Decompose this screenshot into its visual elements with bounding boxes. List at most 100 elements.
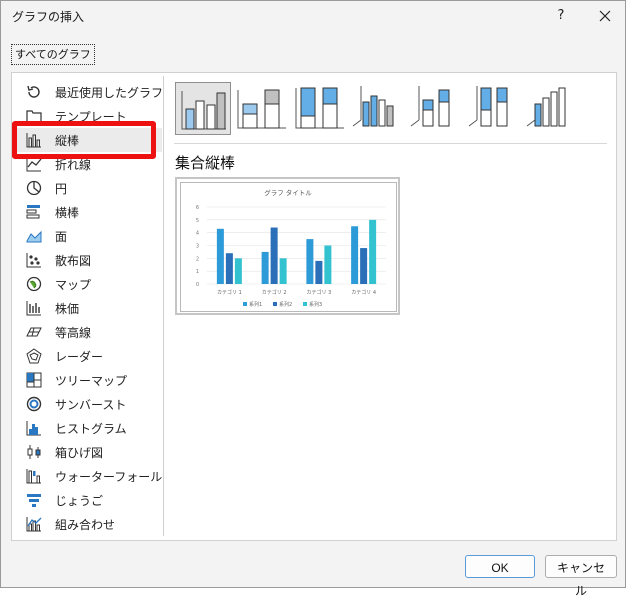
preview-chart: グラフ タイトル 0 1 2 3 4 5 6 カテゴリ 1 カテゴリ 2 カテゴリ 3 カテゴリ 4 系… <box>196 188 386 308</box>
bar <box>216 228 224 284</box>
sunburst-chart-icon <box>26 396 42 412</box>
sidebar-item-label: サンバースト <box>55 398 127 412</box>
chart-preview-frame: グラフ タイトル 0 1 2 3 4 5 6 カテゴリ 1 カテゴリ 2 カテゴリ 3 カテゴリ 4 系… <box>180 182 397 312</box>
waterfall-chart-icon <box>26 469 41 484</box>
preview-area <box>175 315 400 537</box>
legend-swatch <box>243 302 247 306</box>
close-button[interactable] <box>593 5 617 27</box>
3d-column-icon[interactable] <box>525 82 581 135</box>
recent-icon <box>27 85 40 98</box>
treemap-chart-icon <box>26 372 42 388</box>
sidebar-item-label: 組み合わせ <box>55 518 116 532</box>
bar <box>369 219 377 284</box>
y-tick-label: 3 <box>196 244 199 250</box>
sidebar-item-label: マップ <box>55 278 92 292</box>
bar <box>360 248 368 284</box>
bar <box>270 227 278 284</box>
bar <box>315 260 323 284</box>
bar <box>279 258 287 284</box>
x-tick-label: カテゴリ 4 <box>351 289 376 296</box>
sidebar-item-label: 横棒 <box>55 206 80 220</box>
panel-divider <box>163 76 164 536</box>
combo-chart-icon <box>26 517 42 532</box>
sidebar-item-treemap[interactable]: ツリーマップ <box>12 368 162 392</box>
sidebar-item-label: ウォーターフォール <box>55 470 163 484</box>
sidebar-item-label: ツリーマップ <box>55 374 128 388</box>
bar <box>324 245 332 284</box>
bar-chart-icon <box>26 205 40 219</box>
bar <box>234 258 242 284</box>
legend-label: 系列2 <box>279 301 292 308</box>
y-tick-label: 2 <box>196 256 199 262</box>
sidebar-item-radar[interactable]: レーダー <box>12 344 162 368</box>
3d-100-stacked-column-icon[interactable] <box>467 82 523 135</box>
sidebar-item-label: 面 <box>55 230 68 244</box>
y-tick-label: 1 <box>196 269 199 275</box>
sidebar-item-map[interactable]: マップ <box>12 272 162 296</box>
100-stacked-column-icon[interactable] <box>293 82 349 135</box>
chart-preview[interactable]: グラフ タイトル 0 1 2 3 4 5 6 カテゴリ 1 カテゴリ 2 カテゴリ 3 カテゴリ 4 系… <box>175 177 400 315</box>
sidebar-item-label: じょうご <box>55 494 104 508</box>
y-tick-label: 5 <box>196 218 199 224</box>
sidebar-item-label: ヒストグラム <box>55 422 127 436</box>
dialog-title: グラフの挿入 <box>12 10 85 24</box>
subtype-divider <box>174 143 607 144</box>
pie-chart-icon <box>26 180 42 196</box>
sidebar-item-label: 最近使用したグラフ <box>55 86 164 100</box>
sidebar-item-scatter[interactable]: 散布図 <box>12 248 162 272</box>
3d-stacked-column-icon[interactable] <box>409 82 465 135</box>
sidebar-item-pie[interactable]: 円 <box>12 176 162 200</box>
y-tick-label: 4 <box>196 231 199 237</box>
sidebar-item-histogram[interactable]: ヒストグラム <box>12 416 162 440</box>
bar <box>225 253 233 284</box>
chart-title: グラフ タイトル <box>264 188 312 197</box>
ok-button[interactable]: OK <box>465 555 535 578</box>
sidebar-item-combo[interactable]: 組み合わせ <box>12 512 162 536</box>
bar <box>351 226 359 284</box>
stock-chart-icon <box>26 301 41 316</box>
sidebar-item-label: 散布図 <box>55 254 92 268</box>
y-tick-label: 6 <box>196 205 199 211</box>
area-chart-icon <box>26 230 42 243</box>
histogram-chart-icon <box>26 421 41 436</box>
sidebar-item-label: レーダー <box>55 350 104 364</box>
title-bar: グラフの挿入 ? <box>1 1 625 31</box>
x-tick-label: カテゴリ 3 <box>306 289 331 296</box>
sidebar-item-sunburst[interactable]: サンバースト <box>12 392 162 416</box>
legend-swatch <box>303 302 307 306</box>
sidebar-item-label: 等高線 <box>55 326 92 340</box>
sidebar-item-surface[interactable]: 等高線 <box>12 320 162 344</box>
sidebar-item-label: 箱ひげ図 <box>55 446 104 460</box>
legend-swatch <box>273 302 277 306</box>
stacked-column-icon[interactable] <box>235 82 291 135</box>
sidebar-item-bar[interactable]: 横棒 <box>12 200 162 224</box>
map-chart-icon <box>26 276 42 292</box>
legend-label: 系列3 <box>309 301 322 308</box>
x-tick-label: カテゴリ 1 <box>217 289 242 296</box>
sidebar-item-waterfall[interactable]: ウォーターフォール <box>12 464 162 488</box>
sidebar-item-boxplot[interactable]: 箱ひげ図 <box>12 440 162 464</box>
sidebar-item-recent[interactable]: 最近使用したグラフ <box>12 80 164 104</box>
clustered-column-icon[interactable] <box>175 82 231 135</box>
close-icon <box>599 10 611 22</box>
bar <box>306 239 314 284</box>
cancel-button[interactable]: キャンセル <box>545 555 617 598</box>
sidebar-item-funnel[interactable]: じょうご <box>12 488 162 512</box>
legend-label: 系列1 <box>249 301 262 308</box>
sidebar-item-area[interactable]: 面 <box>12 224 162 248</box>
3d-clustered-column-icon[interactable] <box>351 82 407 135</box>
subtype-heading: 集合縦棒 <box>175 154 236 172</box>
sidebar-item-label: 円 <box>55 182 68 196</box>
funnel-chart-icon <box>27 494 41 507</box>
sidebar-item-stock[interactable]: 株価 <box>12 296 162 320</box>
surface-chart-icon <box>26 327 42 337</box>
boxplot-chart-icon <box>27 445 41 459</box>
selection-highlight <box>12 121 156 159</box>
bar <box>261 251 269 284</box>
scatter-chart-icon <box>26 253 41 268</box>
tab-all-charts[interactable]: すべてのグラフ <box>11 44 95 65</box>
x-tick-label: カテゴリ 2 <box>262 289 287 296</box>
sidebar-item-label: 株価 <box>55 302 80 316</box>
help-button[interactable]: ? <box>550 5 572 27</box>
radar-chart-icon <box>26 348 42 364</box>
